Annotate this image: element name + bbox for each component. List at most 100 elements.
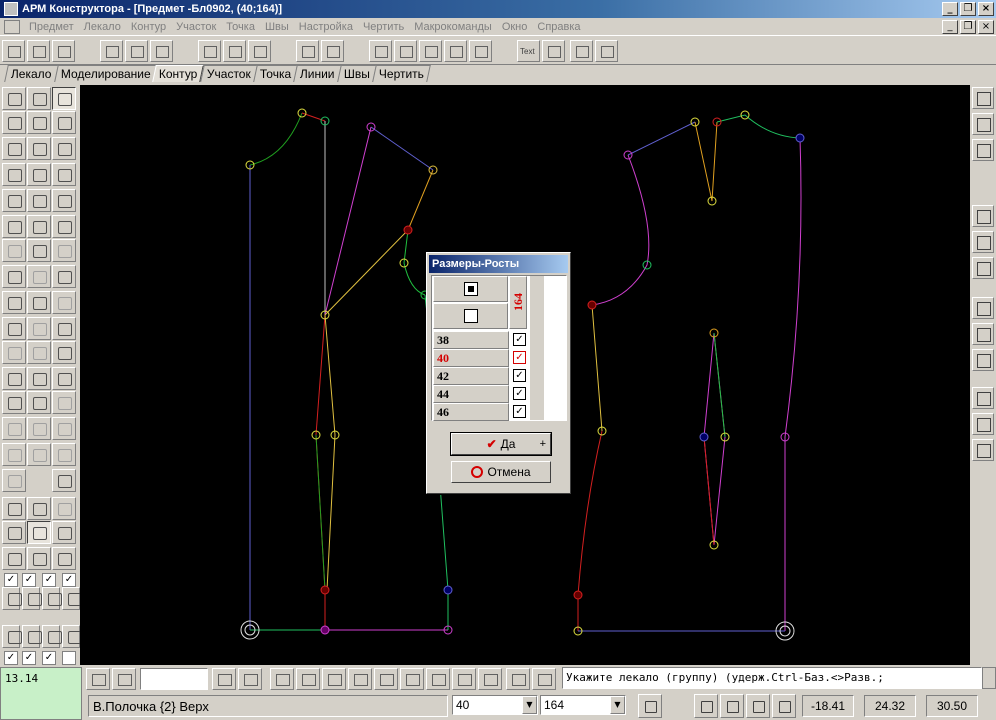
paint-dot-icon[interactable] [972,413,994,435]
tool-page-icon[interactable] [100,40,123,62]
curve-icon[interactable] [2,367,26,390]
seam-3-icon[interactable] [52,547,76,570]
wave-2-icon[interactable] [27,443,51,466]
tool-angle-icon[interactable] [394,40,417,62]
fill-icon[interactable] [52,341,76,364]
doc-close-button[interactable]: × [978,20,994,34]
pointer-check-icon[interactable] [52,87,76,110]
point-mode-icon[interactable] [27,521,51,544]
menu-item-chertit[interactable]: Чертить [358,21,409,33]
option-checkbox[interactable]: ✓ [42,573,56,587]
page-small-icon[interactable] [27,239,51,262]
rotate-dim-icon[interactable] [27,317,51,340]
pen-icon[interactable] [2,239,26,262]
tool-page-edit-icon[interactable] [125,40,148,62]
curve-points-icon[interactable] [27,367,51,390]
node-chain-icon[interactable] [972,439,994,461]
page-icon[interactable] [506,668,530,690]
exchange-icon[interactable] [27,163,51,186]
size-checkbox[interactable]: ✓ [513,369,526,382]
zoom-window-icon[interactable] [27,111,51,134]
shape-round-icon[interactable] [27,497,51,520]
arrow-diagonal-icon[interactable] [52,189,76,212]
seam-2-icon[interactable] [27,547,51,570]
menu-item-lekalo[interactable]: Лекало [79,21,126,33]
rotate-angle-icon[interactable] [52,317,76,340]
tool-cut-icon[interactable] [321,40,344,62]
curve-arc-icon[interactable] [52,367,76,390]
tab-chertit[interactable]: Чертить [371,65,431,82]
select-all-cell[interactable] [433,276,508,302]
restore-button[interactable]: ❐ [960,2,976,16]
size-label[interactable]: 46 [433,403,509,421]
spline-icon[interactable] [2,391,26,414]
menu-item-predmet[interactable]: Предмет [24,21,79,33]
shape-rect-icon[interactable] [2,497,26,520]
number-icon[interactable] [972,205,994,227]
tool-rotate-icon[interactable] [52,40,75,62]
tab-tochka[interactable]: Точка [252,65,298,82]
rotate-axis-icon[interactable] [772,694,796,718]
grid-scrollbar[interactable] [530,276,544,420]
layers-3-icon[interactable] [52,417,76,440]
list-icon[interactable] [212,668,236,690]
menu-item-uchastok[interactable]: Участок [171,21,221,33]
node-add-icon[interactable] [2,215,26,238]
slash-icon[interactable] [42,587,62,610]
ruler-icon[interactable] [27,265,51,288]
plus-icon[interactable] [22,625,42,648]
tab-linii[interactable]: Линии [293,65,342,82]
sheet-icon[interactable] [27,341,51,364]
option-checkbox[interactable]: ✓ [22,573,36,587]
measure-2-icon[interactable] [478,668,502,690]
grid-table-icon[interactable] [238,668,262,690]
eraser-icon[interactable] [52,215,76,238]
paint-icon[interactable] [27,215,51,238]
option-checkbox[interactable]: ✓ [22,651,36,665]
size-checkbox[interactable]: ✓ [513,387,526,400]
layers-2-icon[interactable] [27,417,51,440]
arrow-vert-icon[interactable] [22,587,42,610]
doc-restore-button[interactable]: ❐ [960,20,976,34]
height-column-header[interactable]: 164 [509,276,527,329]
tool-node-icon[interactable] [469,40,492,62]
shape-blank-icon[interactable] [52,497,76,520]
point-mode-2-icon[interactable] [52,521,76,544]
size-label[interactable]: 44 [433,385,509,403]
dot-icon[interactable] [2,521,26,544]
tool-point-icon[interactable] [369,40,392,62]
text-t-icon[interactable] [62,587,82,610]
equal-icon[interactable] [972,349,994,371]
ok-button[interactable]: ✔ Да + [450,432,552,456]
scissors-icon[interactable] [52,265,76,288]
circle-icon[interactable] [27,391,51,414]
layers-icon[interactable] [2,417,26,440]
option-checkbox[interactable] [62,651,76,665]
ruler-icon[interactable] [348,668,372,690]
tool-move-icon[interactable] [296,40,319,62]
plus-icon[interactable] [270,668,294,690]
cancel-button[interactable]: Отмена [451,461,551,483]
size-checkbox[interactable]: ✓ [513,405,526,418]
copy-zero-2-icon[interactable] [972,257,994,279]
option-checkbox[interactable]: ✓ [42,651,56,665]
axes-2-icon[interactable] [720,694,744,718]
tool-contour-align-icon[interactable] [248,40,271,62]
circle-dim-icon[interactable] [52,391,76,414]
scissor-small-icon[interactable] [62,625,82,648]
menu-item-shvy[interactable]: Швы [260,21,294,33]
size-label[interactable]: 42 [433,367,509,385]
number-point-icon[interactable] [972,297,994,319]
value-input[interactable] [140,668,208,690]
arrow-down-icon[interactable] [27,189,51,212]
tool-text-icon[interactable] [517,40,540,62]
minus-icon[interactable] [296,668,320,690]
tool-contour-copy-icon[interactable] [223,40,246,62]
prompt-scrollbar[interactable] [982,667,996,689]
axes-3-icon[interactable] [746,694,770,718]
rotate-icon[interactable] [2,317,26,340]
copy-zero-icon[interactable] [972,231,994,253]
move-horizontal-icon[interactable] [2,137,26,160]
size-checkbox[interactable]: ✓ [513,351,526,364]
close-button[interactable]: × [978,2,994,16]
